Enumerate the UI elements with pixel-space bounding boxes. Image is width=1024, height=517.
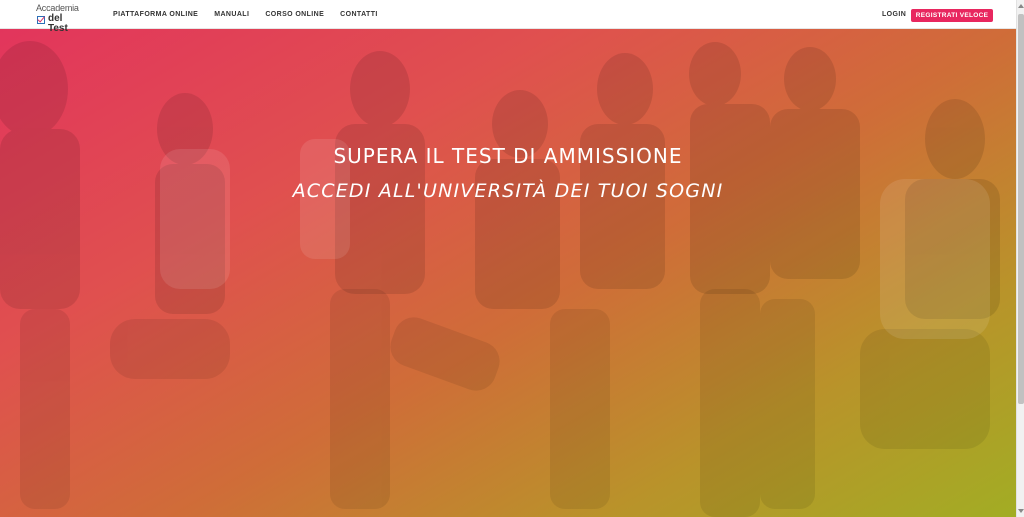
scroll-up-arrow-icon[interactable]	[1018, 4, 1024, 8]
hero-banner: SUPERA IL TEST DI AMMISSIONE ACCEDI ALL'…	[0, 29, 1016, 517]
hero-background-people-image	[0, 41, 1000, 517]
scroll-down-arrow-icon[interactable]	[1018, 509, 1024, 513]
page: Accademia del Test PIATTAFORMA ONLINE MA…	[0, 0, 1024, 517]
nav-item-manuali[interactable]: MANUALI	[214, 11, 249, 18]
logo-line-2: del Test	[48, 13, 68, 34]
nav-item-corso-online[interactable]: CORSO ONLINE	[265, 11, 324, 18]
logo-line-1: Accademia	[36, 3, 79, 13]
vertical-scrollbar[interactable]	[1016, 0, 1024, 517]
scrollbar-thumb[interactable]	[1018, 14, 1024, 404]
site-logo[interactable]: Accademia del Test	[36, 3, 84, 34]
checkbox-logo-icon	[37, 16, 45, 24]
register-button[interactable]: REGISTRATI VELOCE	[911, 9, 993, 22]
nav-item-contatti[interactable]: CONTATTI	[340, 11, 378, 18]
main-nav: PIATTAFORMA ONLINE MANUALI CORSO ONLINE …	[113, 0, 378, 29]
site-header: Accademia del Test PIATTAFORMA ONLINE MA…	[0, 0, 1016, 34]
login-link[interactable]: LOGIN	[882, 11, 906, 18]
hero-subtitle: ACCEDI ALL'UNIVERSITÀ DEI TUOI SOGNI	[292, 180, 724, 202]
hero-title: SUPERA IL TEST DI AMMISSIONE	[333, 144, 683, 168]
nav-item-piattaforma-online[interactable]: PIATTAFORMA ONLINE	[113, 11, 198, 18]
